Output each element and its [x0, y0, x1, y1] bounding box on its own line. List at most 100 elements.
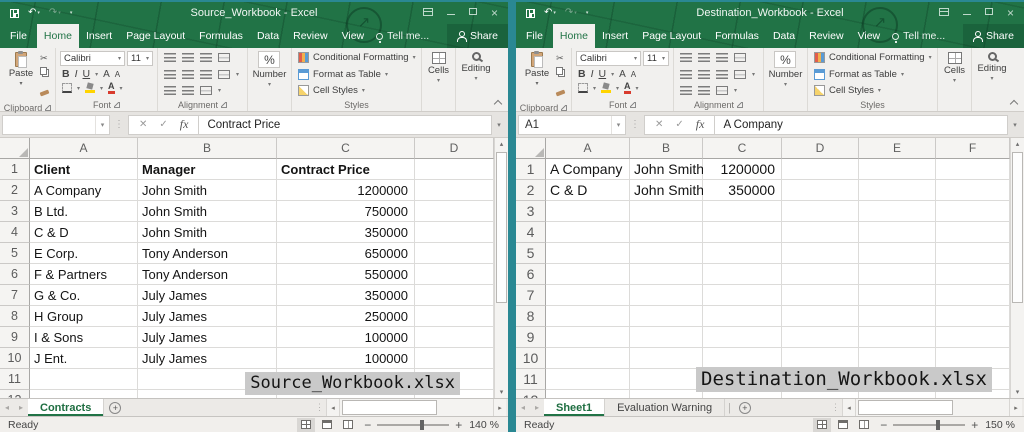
- tab-formulas[interactable]: Formulas: [708, 24, 766, 48]
- zoom-slider[interactable]: [893, 424, 965, 426]
- tab-formulas[interactable]: Formulas: [192, 24, 250, 48]
- cell-A6[interactable]: [546, 264, 630, 285]
- zoom-out-icon[interactable]: −: [364, 420, 371, 430]
- align-right-icon[interactable]: [716, 70, 728, 79]
- row-header-12[interactable]: 12: [516, 390, 546, 398]
- sheet-tab-contracts[interactable]: Contracts: [28, 399, 104, 416]
- page-break-view-icon[interactable]: [855, 418, 873, 432]
- cell-B5[interactable]: Tony Anderson: [138, 243, 277, 264]
- scroll-left-icon[interactable]: ◂: [842, 399, 855, 416]
- shrink-font-button[interactable]: A: [631, 70, 636, 79]
- cell-A10[interactable]: [546, 348, 630, 369]
- cell-F8[interactable]: [936, 306, 1010, 327]
- cell-D10[interactable]: [782, 348, 859, 369]
- scroll-down-icon[interactable]: ▾: [1011, 388, 1024, 396]
- row-header-4[interactable]: 4: [516, 222, 546, 243]
- column-header-C[interactable]: C: [703, 138, 782, 159]
- cell-F2[interactable]: [936, 180, 1010, 201]
- merge-center-icon[interactable]: [218, 70, 230, 79]
- format-painter-icon[interactable]: [556, 82, 565, 100]
- cell-D5[interactable]: [415, 243, 494, 264]
- tab-review[interactable]: Review: [286, 24, 334, 48]
- cell-B9[interactable]: July James: [138, 327, 277, 348]
- cell-A4[interactable]: C & D: [30, 222, 138, 243]
- sheet-tab-evaluation-warning[interactable]: Evaluation Warning: [605, 399, 725, 416]
- cell-F6[interactable]: [936, 264, 1010, 285]
- orientation-icon[interactable]: [218, 53, 230, 62]
- cell-C8[interactable]: [703, 306, 782, 327]
- cell-C1[interactable]: 1200000: [703, 159, 782, 180]
- cell-A11[interactable]: [30, 369, 138, 390]
- align-right-icon[interactable]: [200, 70, 212, 79]
- cell-A11[interactable]: [546, 369, 630, 390]
- column-header-C[interactable]: C: [277, 138, 415, 159]
- dialog-launcher-icon[interactable]: [45, 105, 51, 111]
- conditional-formatting-button[interactable]: Conditional Formatting▾: [298, 52, 417, 63]
- editing-button[interactable]: Editing ▾: [977, 51, 1006, 98]
- cell-A9[interactable]: [546, 327, 630, 348]
- cell-A8[interactable]: H Group: [30, 306, 138, 327]
- cell-B5[interactable]: [630, 243, 703, 264]
- vertical-scrollbar[interactable]: ▴ ▾: [494, 138, 508, 398]
- number-format-button[interactable]: % Number ▾: [769, 51, 803, 98]
- cell-A1[interactable]: A Company: [546, 159, 630, 180]
- name-box-arrow-icon[interactable]: ▾: [611, 116, 625, 134]
- save-icon[interactable]: [526, 9, 535, 18]
- cell-D2[interactable]: [415, 180, 494, 201]
- select-all-corner[interactable]: [516, 138, 546, 159]
- tab-data[interactable]: Data: [766, 24, 802, 48]
- cell-F9[interactable]: [936, 327, 1010, 348]
- cell-C5[interactable]: [703, 243, 782, 264]
- cell-B10[interactable]: July James: [138, 348, 277, 369]
- borders-icon[interactable]: [578, 83, 588, 93]
- cell-D4[interactable]: [415, 222, 494, 243]
- column-header-E[interactable]: E: [859, 138, 936, 159]
- ribbon-display-options-icon[interactable]: [939, 8, 949, 19]
- cells-button[interactable]: Cells ▾: [944, 51, 965, 98]
- cell-A9[interactable]: I & Sons: [30, 327, 138, 348]
- cell-E6[interactable]: [859, 264, 936, 285]
- cell-C5[interactable]: 650000: [277, 243, 415, 264]
- align-center-icon[interactable]: [698, 70, 710, 79]
- cell-A5[interactable]: E Corp.: [30, 243, 138, 264]
- cell-A4[interactable]: [546, 222, 630, 243]
- cancel-icon[interactable]: ✕: [655, 119, 663, 130]
- cell-B2[interactable]: John Smith: [630, 180, 703, 201]
- align-bottom-icon[interactable]: [200, 53, 212, 62]
- format-painter-icon[interactable]: [40, 82, 49, 100]
- cell-A12[interactable]: [546, 390, 630, 398]
- zoom-slider-handle[interactable]: [420, 420, 424, 430]
- tab-home[interactable]: Home: [37, 24, 79, 48]
- row-header-2[interactable]: 2: [0, 180, 30, 201]
- orientation-icon[interactable]: [734, 53, 746, 62]
- page-layout-view-icon[interactable]: [318, 418, 336, 432]
- row-header-12[interactable]: 12: [0, 390, 30, 398]
- select-all-corner[interactable]: [0, 138, 30, 159]
- sheet-nav-prev-icon[interactable]: ◂: [0, 399, 14, 416]
- cell-D3[interactable]: [782, 201, 859, 222]
- cell-B10[interactable]: [630, 348, 703, 369]
- cell-B8[interactable]: [630, 306, 703, 327]
- expand-formula-bar-icon[interactable]: ▾: [1008, 121, 1022, 129]
- cell-E7[interactable]: [859, 285, 936, 306]
- row-header-11[interactable]: 11: [0, 369, 30, 390]
- cell-E10[interactable]: [859, 348, 936, 369]
- vertical-scroll-thumb[interactable]: [1012, 152, 1023, 303]
- cell-B4[interactable]: John Smith: [138, 222, 277, 243]
- save-icon[interactable]: [10, 9, 19, 18]
- shrink-font-button[interactable]: A: [115, 70, 120, 79]
- merge-center-icon[interactable]: [734, 70, 746, 79]
- column-header-A[interactable]: A: [546, 138, 630, 159]
- font-size-select[interactable]: 11▾: [643, 51, 669, 66]
- zoom-slider-handle[interactable]: [936, 420, 940, 430]
- cell-D10[interactable]: [415, 348, 494, 369]
- tab-page-layout[interactable]: Page Layout: [119, 24, 192, 48]
- copy-icon[interactable]: [556, 64, 565, 82]
- sheet-tab-sheet1[interactable]: Sheet1: [544, 399, 605, 416]
- row-header-10[interactable]: 10: [516, 348, 546, 369]
- borders-icon[interactable]: [62, 83, 72, 93]
- cut-icon[interactable]: ✂: [40, 53, 49, 64]
- fill-color-icon[interactable]: [85, 83, 95, 93]
- cell-D8[interactable]: [415, 306, 494, 327]
- tab-insert[interactable]: Insert: [595, 24, 635, 48]
